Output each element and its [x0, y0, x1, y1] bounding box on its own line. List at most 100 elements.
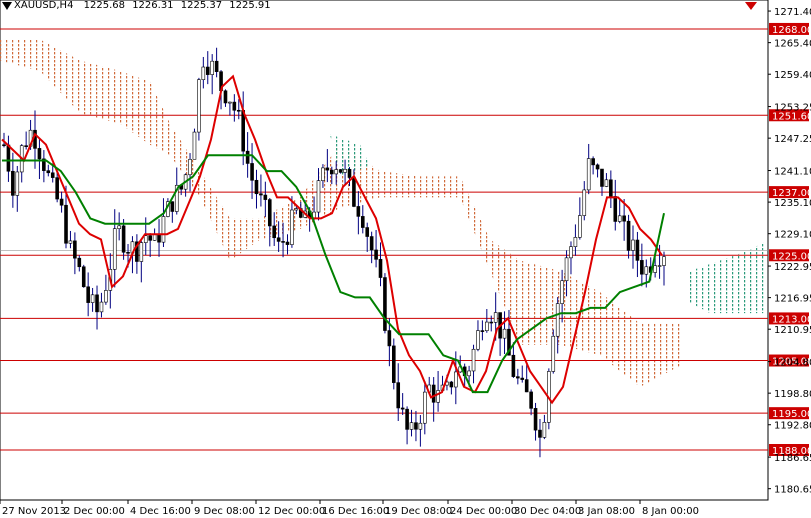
x-tick-label: 4 Dec 16:00	[130, 506, 191, 517]
candle-body	[387, 330, 392, 347]
y-tick-label: 1216.95	[774, 294, 811, 305]
candle-body	[250, 163, 254, 181]
candle-body	[272, 225, 277, 239]
candle-body	[626, 220, 631, 251]
candle-body	[476, 330, 480, 350]
chart-header: XAUUSD,H4 1225.68 1226.31 1225.37 1225.9…	[14, 0, 271, 11]
candle-body	[205, 66, 210, 75]
candle-body	[316, 180, 321, 213]
y-tick-label: 1192.80	[774, 421, 811, 432]
candle-body	[595, 164, 600, 170]
price-chart[interactable]: 1268.001251.601237.001225.001213.001205.…	[0, 0, 811, 518]
x-tick-label: 27 Nov 2013	[2, 506, 66, 517]
candle-body	[126, 251, 130, 254]
x-tick-label: 16 Dec 16:00	[322, 506, 389, 517]
candle-body	[197, 79, 201, 133]
candle-body	[582, 189, 587, 216]
candle-body	[59, 198, 64, 206]
candle-body	[117, 225, 121, 230]
candle-body	[50, 172, 55, 178]
x-axis: 27 Nov 20132 Dec 00:00 4 Dec 16:00 9 Dec 0…	[0, 500, 699, 517]
arrow-down-icon	[745, 2, 757, 10]
candle-body	[329, 169, 334, 175]
candle-body	[374, 249, 378, 260]
candle-body	[170, 201, 175, 212]
candle-body	[529, 391, 533, 409]
x-tick-label: 8 Jan 00:00	[642, 506, 699, 517]
candle-body	[573, 237, 578, 247]
close-value: 1225.91	[229, 0, 271, 11]
x-tick-label: 2 Dec 00:00	[64, 506, 125, 517]
candle-body	[622, 215, 626, 222]
candle-body	[90, 294, 95, 303]
x-tick-label: 3 Jan 08:00	[578, 506, 635, 517]
candle-body	[6, 144, 11, 172]
y-tick-label: 1271.40	[774, 7, 811, 18]
candle-body	[99, 301, 104, 313]
candle-body	[276, 237, 281, 242]
candle-body	[511, 354, 516, 377]
candle-body	[600, 168, 604, 187]
candle-body	[617, 215, 622, 222]
candle-body	[161, 216, 166, 243]
candle-body	[77, 257, 82, 268]
candle-body	[86, 286, 90, 303]
candle-body	[431, 384, 436, 403]
candle-body	[631, 239, 635, 251]
candle-body	[236, 109, 241, 112]
candle-body	[662, 256, 666, 266]
candle-body	[245, 150, 250, 164]
low-value: 1225.37	[180, 0, 223, 11]
candle-body	[356, 206, 361, 217]
candle-body	[352, 177, 356, 207]
candle-body	[414, 422, 418, 430]
candle-body	[139, 242, 144, 262]
y-tick-label: 1222.95	[774, 262, 811, 273]
candle-body	[228, 101, 232, 104]
candle-body	[418, 422, 423, 430]
candle-body	[334, 169, 339, 175]
y-tick-label: 1198.80	[774, 389, 811, 400]
candle-body	[369, 236, 374, 251]
candle-body	[263, 194, 268, 200]
candle-body	[73, 240, 77, 259]
open-value: 1225.68	[83, 0, 125, 11]
y-tick-label: 1265.40	[774, 39, 811, 50]
candle-body	[524, 379, 529, 393]
candle-body	[542, 422, 547, 438]
candle-body	[564, 257, 569, 282]
candle-body	[148, 235, 152, 241]
candle-body	[294, 208, 299, 211]
candle-body	[644, 266, 649, 275]
x-tick-label: 24 Dec 00:00	[450, 506, 517, 517]
candle-body	[321, 167, 325, 181]
candle-body	[285, 241, 290, 245]
candle-body	[254, 179, 259, 195]
chart-window: 1268.00 1251.60 1237.00 1225.00 1213.00 1205.…	[0, 0, 811, 518]
y-tick-label: 1247.25	[774, 134, 811, 145]
candle-body	[409, 422, 414, 430]
candle-body	[223, 90, 228, 104]
candle-body	[604, 179, 609, 187]
x-tick-label: 9 Dec 08:00	[194, 506, 255, 517]
candle-body	[485, 321, 489, 331]
candle-body	[37, 148, 42, 160]
candle-body	[201, 66, 206, 80]
candle-body	[400, 407, 405, 410]
candle-body	[560, 280, 564, 304]
candle-body	[64, 204, 68, 244]
candle-body	[210, 60, 214, 75]
menu-triangle-icon[interactable]	[2, 2, 12, 10]
x-tick-label: 30 Dec 04:00	[514, 506, 581, 517]
candle-body	[112, 228, 117, 270]
candle-body	[192, 131, 197, 160]
candle-body	[586, 158, 591, 191]
candle-body	[81, 266, 86, 288]
candle-body	[493, 312, 498, 323]
candle-body	[143, 235, 148, 243]
candle-body	[365, 227, 370, 237]
level-label: 1225.00	[772, 251, 811, 262]
candle-body	[640, 260, 644, 275]
candle-body	[15, 171, 20, 196]
candle-body	[538, 429, 542, 438]
